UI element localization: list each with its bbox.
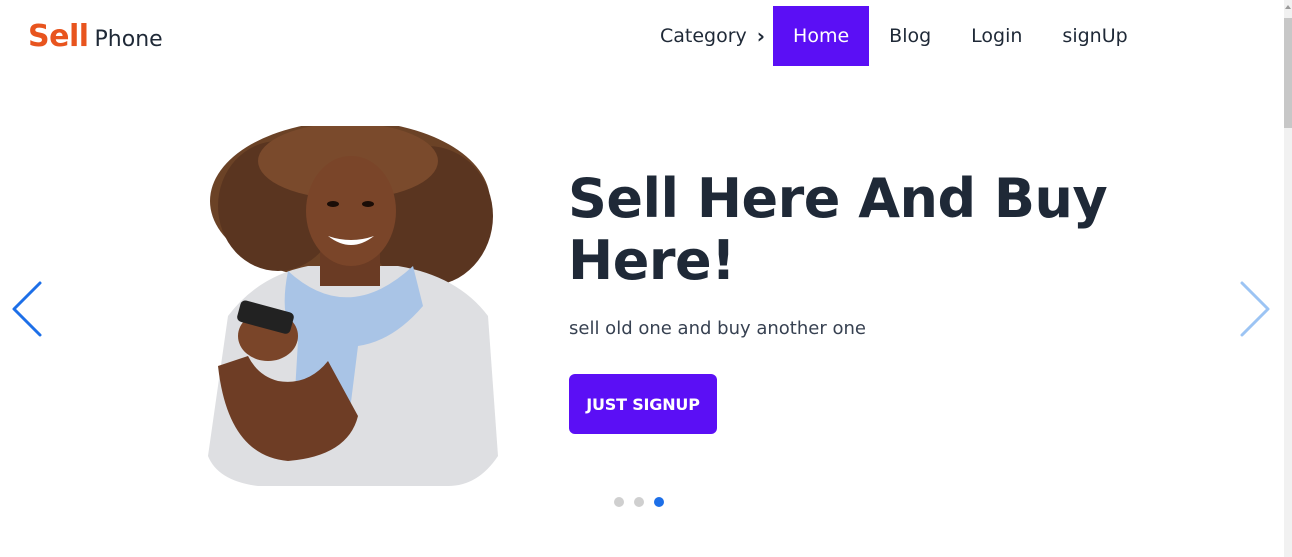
- nav-item-home[interactable]: Home: [773, 6, 870, 66]
- nav-item-blog[interactable]: Blog: [869, 6, 951, 66]
- carousel-prev-button[interactable]: [10, 280, 44, 342]
- page: Sell Phone Category › Home Blog Login si…: [0, 0, 1292, 557]
- carousel-dot-3[interactable]: [654, 497, 664, 507]
- brand-name-secondary: Phone: [94, 27, 163, 52]
- nav-category[interactable]: Category: [640, 6, 753, 66]
- scrollbar-thumb[interactable]: [1284, 18, 1292, 128]
- chevron-right-icon: [1240, 281, 1270, 337]
- carousel-dot-2[interactable]: [634, 497, 644, 507]
- carousel-indicators: [614, 497, 664, 507]
- nav-item-login[interactable]: Login: [951, 6, 1042, 66]
- hero-subtitle: sell old one and buy another one: [569, 318, 866, 339]
- main-nav: Category › Home Blog Login signUp: [640, 6, 1148, 66]
- brand-name-primary: Sell: [28, 19, 89, 54]
- hero-carousel: Sell Here And Buy Here! sell old one and…: [0, 90, 1284, 530]
- carousel-dot-1[interactable]: [614, 497, 624, 507]
- carousel-next-button[interactable]: [1238, 280, 1272, 342]
- woman-with-phone-illustration: [208, 121, 498, 486]
- hero-title: Sell Here And Buy Here!: [568, 167, 1108, 292]
- nav-item-signup[interactable]: signUp: [1042, 6, 1147, 66]
- vertical-scrollbar[interactable]: [1284, 0, 1292, 557]
- chevron-right-icon[interactable]: ›: [757, 6, 765, 66]
- just-signup-button[interactable]: JUST SIGNUP: [569, 374, 717, 434]
- brand-logo[interactable]: Sell Phone: [28, 19, 163, 54]
- scroll-up-icon[interactable]: [1285, 5, 1291, 9]
- hero-image: [198, 121, 508, 486]
- chevron-left-icon: [12, 281, 42, 337]
